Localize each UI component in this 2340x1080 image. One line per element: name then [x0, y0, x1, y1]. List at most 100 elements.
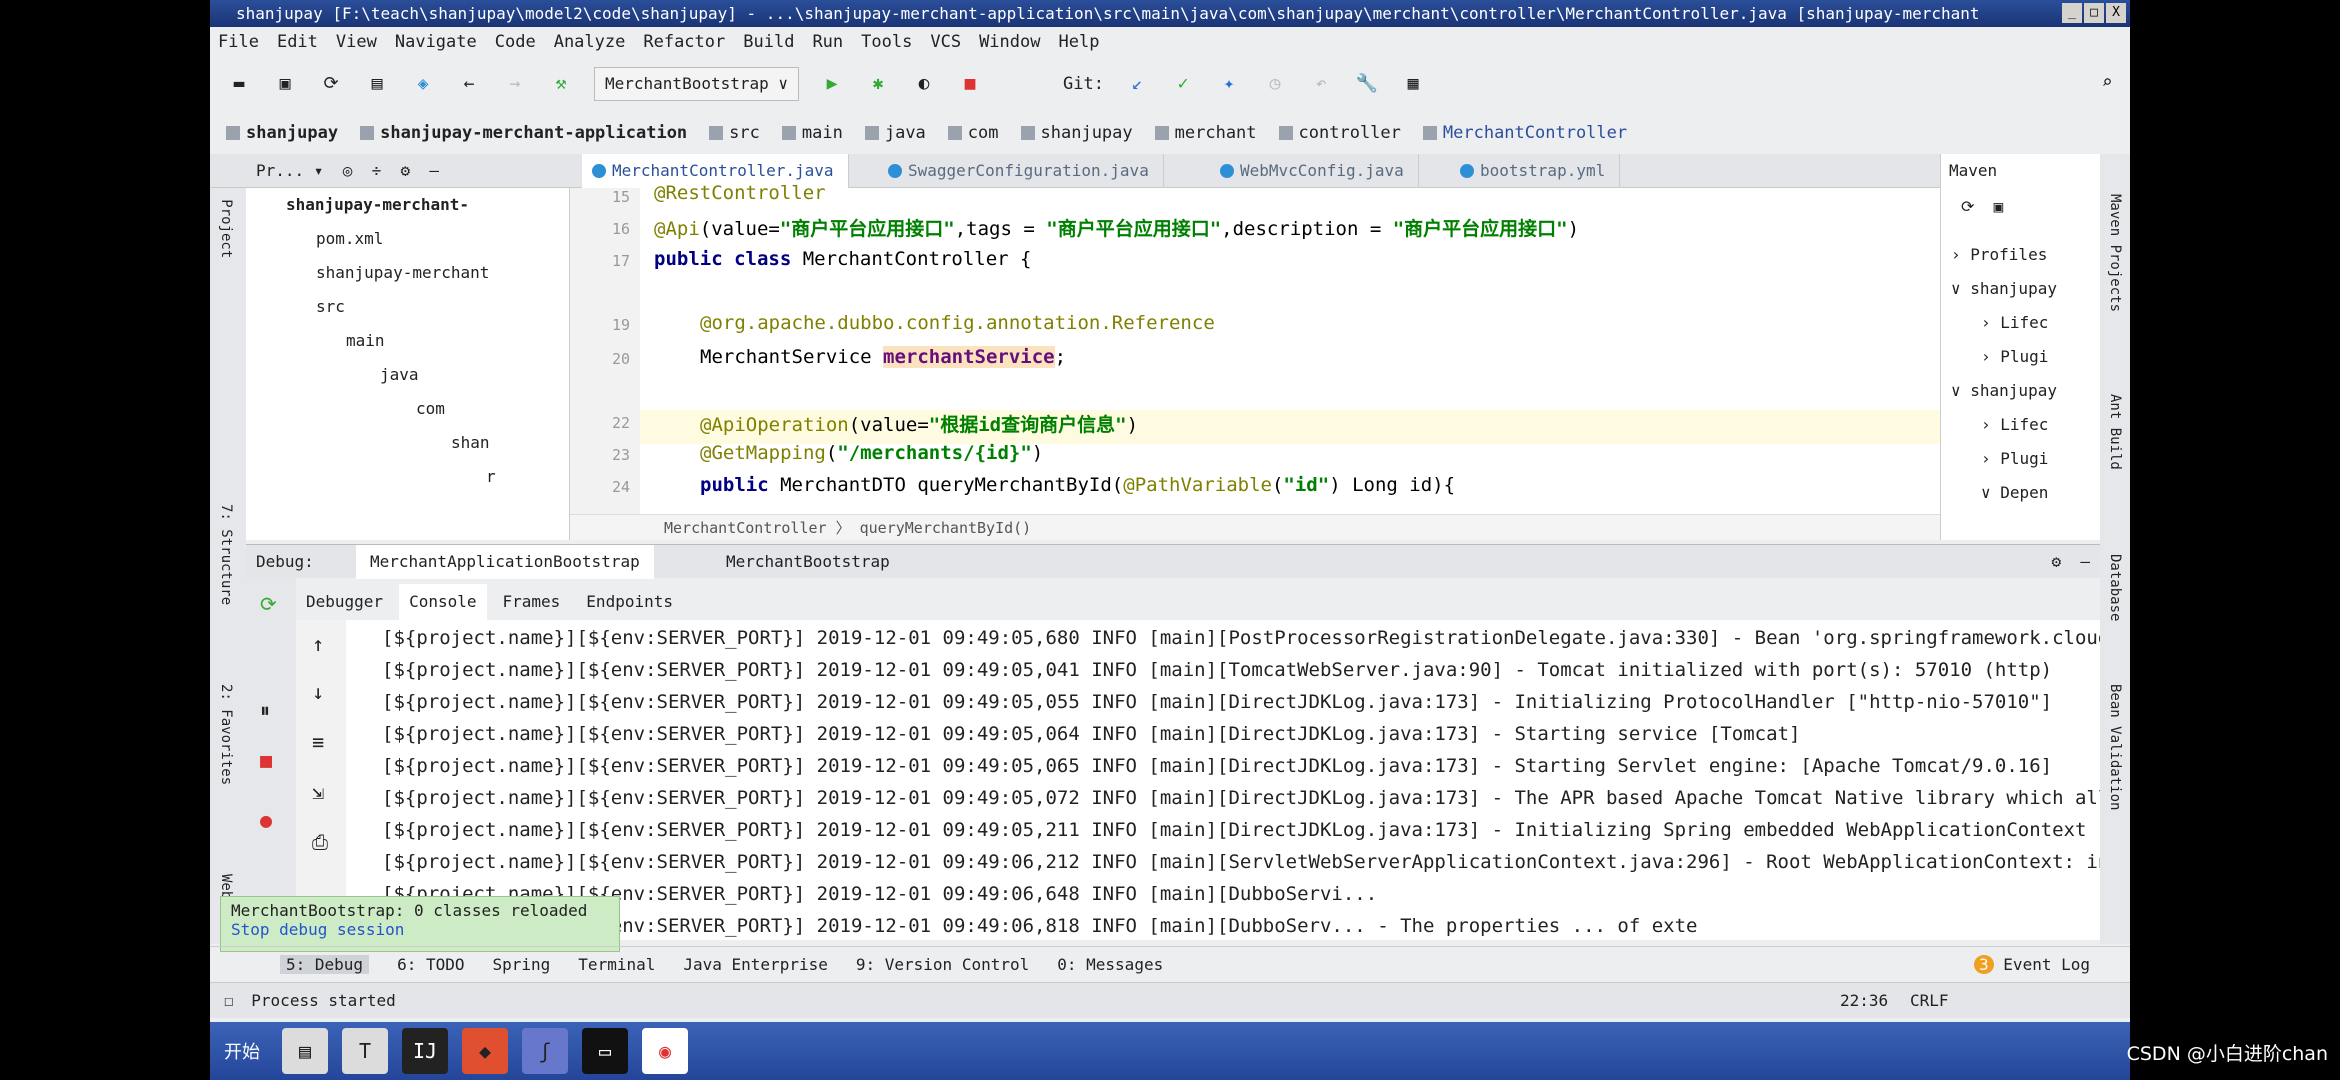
tab-messages[interactable]: 0: Messages: [1057, 955, 1163, 974]
menu-build[interactable]: Build: [743, 32, 794, 52]
caret-position[interactable]: 22:36: [1840, 983, 1888, 1019]
event-log-button[interactable]: 3 Event Log: [1974, 955, 2090, 974]
menu-help[interactable]: Help: [1058, 32, 1099, 52]
crumb[interactable]: MerchantController: [1423, 123, 1627, 143]
tab-webmvcconfig[interactable]: WebMvcConfig.java: [1210, 154, 1419, 188]
tab-debugger[interactable]: Debugger: [296, 584, 393, 620]
structure-tool-tab[interactable]: 7: Structure: [218, 504, 234, 605]
tab-frames[interactable]: Frames: [493, 584, 571, 620]
menu-view[interactable]: View: [336, 32, 377, 52]
status-toggle-icon[interactable]: ☐: [224, 991, 234, 1010]
project-panel-label[interactable]: Pr...: [256, 161, 304, 180]
stop-icon[interactable]: ■: [260, 748, 272, 772]
nav-icon[interactable]: ◈: [410, 71, 436, 97]
crumb[interactable]: src: [709, 123, 760, 143]
revert-icon[interactable]: ↶: [1308, 71, 1334, 97]
git-commit-icon[interactable]: ✓: [1170, 71, 1196, 97]
line-ending[interactable]: CRLF: [1910, 983, 1949, 1019]
search-icon[interactable]: ⌕: [2094, 70, 2120, 96]
soft-wrap-icon[interactable]: ≡: [312, 730, 324, 754]
pause-icon[interactable]: ⏸: [260, 698, 270, 722]
crumb[interactable]: merchant: [1155, 123, 1257, 143]
explorer-icon[interactable]: ▤: [282, 1028, 328, 1074]
run-icon[interactable]: ▶: [819, 71, 845, 97]
tree-item[interactable]: java: [380, 358, 419, 392]
tab-endpoints[interactable]: Endpoints: [576, 584, 683, 620]
text-editor-icon[interactable]: T: [342, 1028, 388, 1074]
terminal-icon[interactable]: ▭: [582, 1028, 628, 1074]
ant-build-tool-tab[interactable]: Ant Build: [2107, 394, 2123, 470]
coverage-icon[interactable]: ◐: [911, 71, 937, 97]
sync-icon[interactable]: ⟳: [318, 71, 344, 97]
tree-item[interactable]: r: [486, 460, 496, 494]
menu-vcs[interactable]: VCS: [930, 32, 961, 52]
project-structure-icon[interactable]: ▦: [1400, 71, 1426, 97]
crumb[interactable]: shanjupay: [226, 123, 338, 143]
chrome-icon[interactable]: ◉: [642, 1028, 688, 1074]
scroll-down-icon[interactable]: ↓: [312, 680, 324, 704]
crumb[interactable]: shanjupay: [1021, 123, 1133, 143]
maven-item[interactable]: › Lifec: [1981, 306, 2048, 340]
git-update-icon[interactable]: ↙: [1124, 71, 1150, 97]
menu-run[interactable]: Run: [812, 32, 843, 52]
maven-item[interactable]: ∨ Depen: [1981, 476, 2048, 510]
menu-window[interactable]: Window: [979, 32, 1040, 52]
run-config-select[interactable]: MerchantBootstrap ∨: [594, 67, 800, 101]
debug-settings-icon[interactable]: ⚙ —: [2051, 545, 2090, 579]
crumb[interactable]: MerchantController: [664, 519, 827, 537]
tab-version-control[interactable]: 9: Version Control: [856, 955, 1029, 974]
code-editor[interactable]: 15 16 17 19 20 22 23 24 @RestController …: [570, 182, 2130, 540]
crumb[interactable]: queryMerchantById(): [860, 519, 1032, 537]
tab-console[interactable]: Console: [399, 584, 487, 620]
build-icon[interactable]: ⚒: [548, 71, 574, 97]
crumb[interactable]: java: [865, 123, 926, 143]
tab-bootstrap-yml[interactable]: bootstrap.yml: [1450, 154, 1621, 188]
maven-tool-tab[interactable]: Maven Projects: [2107, 194, 2123, 312]
menu-refactor[interactable]: Refactor: [643, 32, 725, 52]
forward-icon[interactable]: →: [502, 71, 528, 97]
menu-tools[interactable]: Tools: [861, 32, 912, 52]
maven-item[interactable]: ∨ shanjupay: [1951, 374, 2057, 408]
rerun-icon[interactable]: ⟳: [260, 592, 277, 616]
tree-item[interactable]: com: [416, 392, 445, 426]
maven-item[interactable]: › Plugi: [1981, 442, 2048, 476]
tree-item[interactable]: shanjupay-merchant-: [286, 188, 469, 222]
folder-icon[interactable]: ▤: [364, 71, 390, 97]
maven-toolbar[interactable]: ⟳ ▣: [1961, 190, 2003, 224]
menu-file[interactable]: File: [218, 32, 259, 52]
debug-session-tab[interactable]: MerchantBootstrap: [726, 545, 890, 579]
close-button[interactable]: X: [2106, 3, 2126, 23]
stop-icon[interactable]: ■: [957, 71, 983, 97]
maven-item[interactable]: › Plugi: [1981, 340, 2048, 374]
history-icon[interactable]: ◷: [1262, 71, 1288, 97]
database-tool-tab[interactable]: Database: [2107, 554, 2123, 621]
tab-swaggerconfiguration[interactable]: SwaggerConfiguration.java: [878, 154, 1164, 188]
crumb[interactable]: controller: [1279, 123, 1401, 143]
menu-analyze[interactable]: Analyze: [554, 32, 626, 52]
console-output[interactable]: ↑ ↓ ≡ ⇲ ⎙ [${project.name}][${env:SERVER…: [296, 620, 2100, 940]
open-icon[interactable]: ▬: [226, 71, 252, 97]
menu-navigate[interactable]: Navigate: [395, 32, 477, 52]
minimize-button[interactable]: _: [2062, 3, 2082, 23]
app-icon[interactable]: ◆: [462, 1028, 508, 1074]
tab-java-enterprise[interactable]: Java Enterprise: [683, 955, 828, 974]
back-icon[interactable]: ←: [456, 71, 482, 97]
scroll-up-icon[interactable]: ↑: [312, 632, 324, 656]
crumb[interactable]: main: [782, 123, 843, 143]
tree-item[interactable]: src: [316, 290, 345, 324]
stop-debug-session-link[interactable]: Stop debug session: [231, 920, 609, 939]
tab-todo[interactable]: 6: TODO: [397, 955, 464, 974]
maven-item[interactable]: › Lifec: [1981, 408, 2048, 442]
crumb[interactable]: shanjupay-merchant-application: [360, 123, 687, 143]
app-icon[interactable]: ʃ: [522, 1028, 568, 1074]
debug-icon[interactable]: ✱: [865, 71, 891, 97]
menu-code[interactable]: Code: [495, 32, 536, 52]
maven-item[interactable]: › Profiles: [1951, 238, 2047, 272]
settings-wrench-icon[interactable]: 🔧: [1354, 71, 1380, 97]
git-compare-icon[interactable]: ✦: [1216, 71, 1242, 97]
tree-item[interactable]: shanjupay-merchant: [316, 256, 489, 290]
tree-item[interactable]: shan: [451, 426, 490, 460]
debug-session-tab[interactable]: MerchantApplicationBootstrap: [356, 545, 654, 579]
maven-item[interactable]: ∨ shanjupay: [1951, 272, 2057, 306]
start-button[interactable]: 开始: [216, 1038, 268, 1064]
